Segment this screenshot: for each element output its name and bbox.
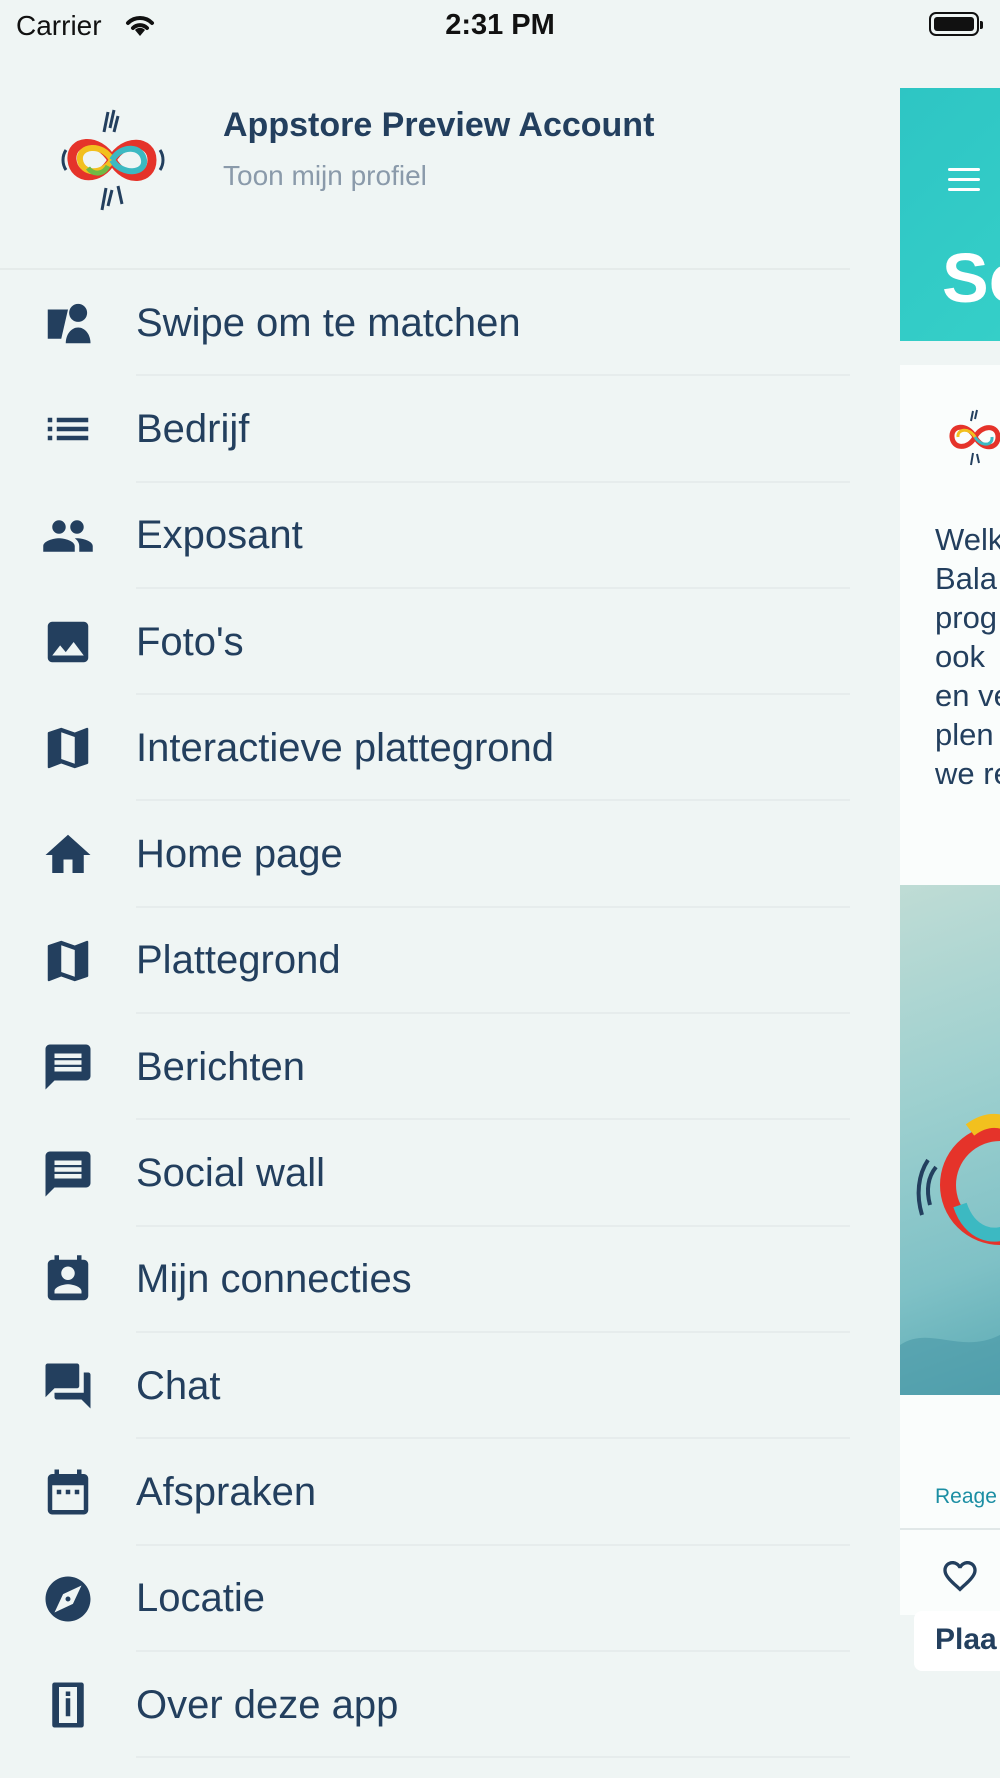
menu-label: Mijn connecties: [136, 1257, 412, 1302]
map-icon: [40, 934, 96, 988]
message-icon: [40, 1040, 96, 1094]
menu-item-social-wall[interactable]: Social wall: [0, 1120, 850, 1227]
menu-label: Chat: [136, 1363, 221, 1408]
show-profile-link[interactable]: Toon mijn profiel: [223, 160, 427, 192]
menu-item-about[interactable]: Over deze app: [0, 1652, 850, 1759]
info-icon: [40, 1678, 96, 1732]
menu-item-fotos[interactable]: Foto's: [0, 589, 850, 696]
profile-header[interactable]: Appstore Preview Account Toon mijn profi…: [0, 50, 850, 268]
menu-item-exposant[interactable]: Exposant: [0, 483, 850, 589]
clock: 2:31 PM: [445, 9, 555, 41]
battery-icon: [929, 12, 983, 36]
compass-icon: [40, 1572, 96, 1626]
menu-item-berichten[interactable]: Berichten: [0, 1014, 850, 1121]
app-logo: [61, 109, 165, 211]
menu-item-home[interactable]: Home page: [0, 801, 850, 908]
menu-item-interactive-map[interactable]: Interactieve plattegrond: [0, 695, 850, 802]
message-icon: [40, 1147, 96, 1201]
divider: [136, 1756, 850, 1759]
menu-list: Swipe om te matchen Bedrijf Exposant Fot…: [0, 270, 850, 1759]
menu-item-bedrijf[interactable]: Bedrijf: [0, 376, 850, 483]
post-card: Welk Bala prog ook en ve plen we re: [900, 365, 1000, 885]
post-image: [900, 885, 1000, 1395]
menu-label: Social wall: [136, 1151, 325, 1196]
menu-item-location[interactable]: Locatie: [0, 1546, 850, 1652]
image-icon: [40, 615, 96, 669]
map-icon: [40, 721, 96, 775]
home-icon: [40, 828, 96, 882]
post-text: Welk Bala prog ook en ve plen we re: [935, 522, 1000, 791]
divider: [900, 1528, 1000, 1530]
menu-item-map[interactable]: Plattegrond: [0, 908, 850, 1015]
menu-label: Exposant: [136, 513, 303, 558]
calendar-icon: [40, 1465, 96, 1519]
menu-label: Interactieve plattegrond: [136, 725, 555, 770]
swipe-match-icon: [40, 296, 96, 350]
react-link[interactable]: Reage: [935, 1485, 997, 1509]
app-logo: [949, 409, 1000, 466]
comment-placeholder: Plaa: [935, 1623, 997, 1656]
menu-icon[interactable]: [948, 168, 980, 192]
menu-item-chat[interactable]: Chat: [0, 1333, 850, 1440]
menu-label: Bedrijf: [136, 406, 250, 451]
menu-label: Berichten: [136, 1044, 305, 1089]
menu-label: Home page: [136, 832, 343, 877]
main-content-peek[interactable]: Sc Welk Bala prog ook en ve plen we re: [900, 88, 1000, 1778]
menu-label: Swipe om te matchen: [136, 300, 521, 345]
menu-label: Over deze app: [136, 1682, 399, 1727]
heart-icon[interactable]: [938, 1556, 982, 1596]
menu-item-connections[interactable]: Mijn connecties: [0, 1227, 850, 1333]
menu-label: Locatie: [136, 1576, 265, 1621]
menu-label: Afspraken: [136, 1469, 317, 1514]
menu-label: Foto's: [136, 619, 244, 664]
menu-item-appointments[interactable]: Afspraken: [0, 1439, 850, 1546]
page-title: Sc: [942, 239, 1000, 317]
contact-card-icon: [40, 1253, 96, 1307]
account-name: Appstore Preview Account: [223, 106, 655, 144]
chat-icon: [40, 1359, 96, 1413]
header-bar: Sc: [900, 88, 1000, 341]
people-icon: [40, 509, 96, 563]
navigation-drawer: Appstore Preview Account Toon mijn profi…: [0, 50, 900, 1778]
menu-label: Plattegrond: [136, 938, 341, 983]
status-bar: Carrier 2:31 PM: [0, 0, 1000, 50]
menu-item-swipe[interactable]: Swipe om te matchen: [0, 270, 850, 377]
list-icon: [40, 402, 96, 456]
